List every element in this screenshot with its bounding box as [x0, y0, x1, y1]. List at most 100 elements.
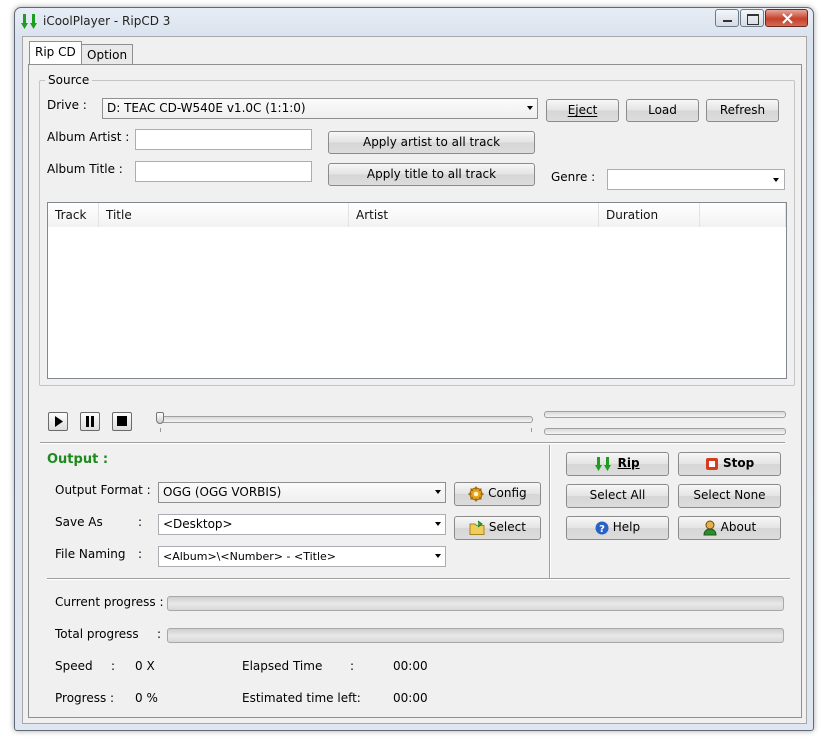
maximize-icon [747, 14, 759, 25]
svg-text:?: ? [599, 524, 605, 535]
tab-option[interactable]: Option [81, 44, 134, 65]
seek-slider[interactable] [158, 416, 533, 423]
stop-icon [705, 457, 718, 470]
album-title-input[interactable] [135, 161, 312, 182]
eject-button[interactable]: Eject [546, 99, 619, 122]
total-progress-colon: : [157, 627, 162, 641]
select-folder-button-label: Select [488, 520, 526, 534]
config-button-label: Config [488, 486, 527, 500]
select-folder-button[interactable]: Select [454, 516, 541, 540]
stop-icon [117, 416, 127, 426]
pause-icon [86, 416, 94, 427]
play-button[interactable] [48, 412, 68, 431]
chevron-down-icon [773, 178, 779, 182]
user-icon [703, 520, 717, 535]
close-icon [782, 13, 793, 24]
chevron-down-icon [435, 554, 441, 558]
gear-icon [468, 486, 484, 501]
stop-rip-button[interactable]: Stop [678, 452, 781, 476]
save-as-colon: : [138, 515, 143, 529]
select-all-button[interactable]: Select All [566, 484, 669, 508]
separator [40, 442, 785, 444]
maximize-button[interactable] [740, 9, 764, 27]
output-heading: Output : [47, 452, 109, 467]
volume-level-meter-left [544, 411, 786, 418]
play-icon [55, 416, 63, 427]
seek-slider-handle[interactable] [156, 412, 164, 424]
seek-tick-end [531, 428, 532, 432]
minimize-button[interactable] [715, 9, 739, 27]
elapsed-time-label: Elapsed Time [242, 659, 323, 673]
apply-artist-button[interactable]: Apply artist to all track [328, 131, 535, 154]
save-as-label: Save As [55, 515, 103, 529]
column-header-title[interactable]: Title [99, 203, 349, 227]
app-logo-icon [21, 13, 39, 31]
progress-label: Progress : [55, 691, 115, 705]
apply-title-button-label: Apply title to all track [366, 167, 497, 181]
refresh-button[interactable]: Refresh [706, 99, 779, 122]
separator [47, 578, 790, 580]
album-artist-label: Album Artist : [47, 130, 130, 144]
load-button-label: Load [648, 103, 677, 117]
column-header-blank [700, 203, 786, 227]
output-format-select[interactable]: OGG (OGG VORBIS) [158, 482, 446, 503]
source-group-label: Source [45, 73, 93, 87]
drive-label: Drive : [47, 98, 87, 112]
track-list[interactable]: Track Title Artist Duration [47, 202, 787, 379]
window-title: iCoolPlayer - RipCD 3 [43, 14, 171, 28]
column-header-duration[interactable]: Duration [599, 203, 700, 227]
separator [549, 445, 551, 578]
stop-playback-button[interactable] [112, 412, 132, 431]
volume-level-meter-right [544, 428, 786, 435]
about-button[interactable]: About [678, 516, 781, 540]
genre-select[interactable] [607, 169, 785, 190]
rip-arrow-icon [595, 456, 612, 471]
help-icon: ? [595, 521, 609, 535]
save-as-value: <Desktop> [163, 517, 233, 531]
file-naming-select[interactable]: <Album>\<Number> - <Title> [158, 546, 446, 567]
drive-select-value: D: TEAC CD-W540E v1.0C (1:1:0) [107, 101, 306, 115]
elapsed-time-value: 00:00 [393, 659, 428, 673]
current-progress-bar [167, 596, 784, 611]
seek-tick-start [160, 428, 161, 432]
estimated-time-label: Estimated time left: [242, 691, 361, 705]
eject-button-label: Eject [567, 103, 598, 117]
total-progress-label: Total progress [55, 627, 139, 641]
drive-select[interactable]: D: TEAC CD-W540E v1.0C (1:1:0) [102, 98, 538, 119]
stop-rip-button-label: Stop [722, 456, 755, 470]
folder-icon [469, 520, 485, 535]
select-all-button-label: Select All [589, 488, 646, 502]
column-header-artist[interactable]: Artist [349, 203, 599, 227]
output-format-value: OGG (OGG VORBIS) [163, 485, 282, 499]
album-artist-input[interactable] [135, 129, 312, 150]
select-none-button[interactable]: Select None [678, 484, 781, 508]
speed-value: 0 X [135, 659, 155, 673]
config-button[interactable]: Config [454, 482, 541, 506]
total-progress-bar [167, 628, 784, 643]
tab-rip-cd[interactable]: Rip CD [29, 41, 82, 65]
refresh-button-label: Refresh [719, 103, 766, 117]
apply-artist-button-label: Apply artist to all track [362, 135, 501, 149]
help-button[interactable]: ? Help [566, 516, 669, 540]
help-button-label: Help [612, 520, 641, 534]
progress-value: 0 % [135, 691, 158, 705]
genre-label: Genre : [551, 170, 596, 184]
minimize-icon [723, 20, 732, 22]
rip-button-label: Rip [617, 456, 640, 470]
elapsed-time-colon: : [350, 659, 355, 673]
speed-colon: : [111, 659, 116, 673]
select-none-button-label: Select None [693, 488, 766, 502]
apply-title-button[interactable]: Apply title to all track [328, 163, 535, 186]
rip-button[interactable]: Rip [566, 452, 669, 476]
load-button[interactable]: Load [626, 99, 699, 122]
album-title-label: Album Title : [47, 162, 123, 176]
pause-button[interactable] [80, 412, 100, 431]
save-as-select[interactable]: <Desktop> [158, 514, 446, 535]
file-naming-label: File Naming [55, 547, 126, 561]
column-header-track[interactable]: Track [48, 203, 99, 227]
close-button[interactable] [765, 9, 808, 27]
chevron-down-icon [435, 490, 441, 494]
file-naming-colon: : [138, 547, 143, 561]
file-naming-value: <Album>\<Number> - <Title> [163, 550, 336, 563]
current-progress-label: Current progress : [55, 595, 164, 609]
